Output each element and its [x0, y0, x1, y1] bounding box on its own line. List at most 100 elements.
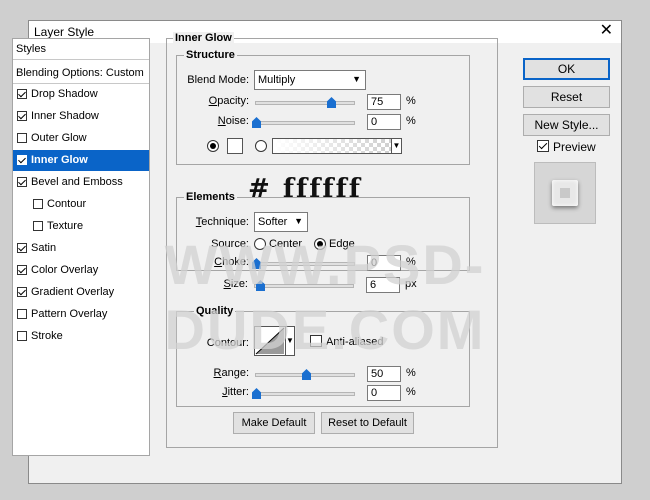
- sidebar-item-drop-shadow[interactable]: Drop Shadow: [13, 84, 149, 105]
- jitter-unit: %: [406, 386, 416, 398]
- sidebar-checkbox-gradient-overlay[interactable]: [17, 287, 27, 297]
- sidebar-checkbox-outer-glow[interactable]: [17, 133, 27, 143]
- source-label: Source:: [211, 238, 249, 250]
- size-label: Size:: [223, 278, 248, 290]
- sidebar-item-texture[interactable]: Texture: [13, 216, 149, 237]
- blend-mode-select[interactable]: Multiply ▼: [254, 70, 366, 90]
- range-label: Range:: [213, 367, 249, 379]
- jitter-slider[interactable]: [252, 388, 355, 399]
- sidebar-item-bevel-and-emboss[interactable]: Bevel and Emboss: [13, 172, 149, 193]
- sidebar-item-label: Drop Shadow: [31, 88, 98, 100]
- sidebar-item-blending-options[interactable]: Blending Options: Custom: [13, 63, 149, 84]
- noise-slider-thumb[interactable]: [252, 117, 261, 128]
- panel-title: Inner Glow: [173, 32, 234, 44]
- choke-slider-thumb[interactable]: [252, 258, 261, 269]
- jitter-input[interactable]: 0: [367, 385, 401, 401]
- range-input[interactable]: 50: [367, 366, 401, 382]
- range-unit: %: [406, 367, 416, 379]
- size-unit: px: [405, 278, 417, 290]
- gradient-radio[interactable]: [255, 140, 267, 152]
- new-style-button[interactable]: New Style...: [523, 114, 610, 136]
- chevron-down-icon[interactable]: ▼: [286, 326, 295, 356]
- opacity-slider-thumb[interactable]: [327, 97, 336, 108]
- sidebar-checkbox-texture[interactable]: [33, 221, 43, 231]
- source-center-label: Center: [269, 238, 303, 250]
- sidebar-item-label: Satin: [31, 242, 57, 254]
- glow-color-swatch[interactable]: [227, 138, 243, 154]
- sidebar-checkbox-color-overlay[interactable]: [17, 265, 27, 275]
- sidebar-checkbox-contour[interactable]: [33, 199, 43, 209]
- ok-button[interactable]: OK: [523, 58, 610, 80]
- structure-group: Structure Blend Mode: Multiply ▼ Opacity…: [176, 49, 470, 165]
- window-title: Layer Style: [34, 25, 95, 39]
- noise-label: Noise:: [217, 115, 249, 127]
- hex-color-annotation: # ffffff: [248, 174, 362, 204]
- sidebar-item-label: Color Overlay: [31, 264, 99, 276]
- sidebar-item-gradient-overlay[interactable]: Gradient Overlay: [13, 282, 149, 303]
- quality-group: Quality Contour: ▼ Anti-aliased Range: 5…: [176, 305, 470, 407]
- sidebar-checkbox-drop-shadow[interactable]: [17, 89, 27, 99]
- choke-label: Choke:: [214, 256, 249, 268]
- sidebar-item-pattern-overlay[interactable]: Pattern Overlay: [13, 304, 149, 325]
- choke-value: 0: [371, 257, 378, 269]
- sidebar-header-styles[interactable]: Styles: [13, 39, 149, 60]
- contour-label: Contour:: [206, 337, 249, 349]
- sidebar-item-inner-glow[interactable]: Inner Glow: [13, 150, 149, 171]
- size-value: 6: [370, 279, 377, 291]
- noise-input[interactable]: 0: [367, 114, 401, 130]
- contour-picker[interactable]: [254, 326, 286, 356]
- jitter-label: Jitter:: [222, 386, 249, 398]
- source-edge-radio[interactable]: [314, 238, 326, 250]
- sidebar-item-label: Outer Glow: [31, 132, 87, 144]
- technique-value: Softer: [258, 216, 288, 228]
- jitter-value: 0: [371, 387, 378, 399]
- reset-button[interactable]: Reset: [523, 86, 610, 108]
- preview-swatch: [552, 180, 578, 206]
- size-input[interactable]: 6: [366, 277, 400, 293]
- sidebar-checkbox-bevel-and-emboss[interactable]: [17, 177, 27, 187]
- blend-mode-value: Multiply: [258, 74, 296, 86]
- sidebar-checkbox-satin[interactable]: [17, 243, 27, 253]
- sidebar-item-label: Bevel and Emboss: [31, 176, 123, 188]
- source-center-radio[interactable]: [254, 238, 266, 250]
- opacity-slider[interactable]: [255, 97, 355, 108]
- make-default-button[interactable]: Make Default: [233, 412, 315, 434]
- technique-select[interactable]: Softer ▼: [254, 212, 308, 232]
- jitter-slider-thumb[interactable]: [252, 388, 261, 399]
- preview-swatch-core: [560, 188, 570, 198]
- sidebar-item-outer-glow[interactable]: Outer Glow: [13, 128, 149, 149]
- size-slider-thumb[interactable]: [256, 280, 265, 291]
- inner-glow-panel: Inner Glow Structure Blend Mode: Multipl…: [166, 32, 498, 448]
- sidebar-item-contour[interactable]: Contour: [13, 194, 149, 215]
- noise-slider[interactable]: [252, 117, 355, 128]
- size-slider[interactable]: [254, 280, 354, 291]
- color-radio[interactable]: [207, 140, 219, 152]
- elements-title: Elements: [184, 191, 237, 203]
- noise-unit: %: [406, 115, 416, 127]
- structure-title: Structure: [184, 49, 237, 61]
- sidebar-item-stroke[interactable]: Stroke: [13, 326, 149, 347]
- sidebar-item-satin[interactable]: Satin: [13, 238, 149, 259]
- range-slider-thumb[interactable]: [302, 369, 311, 380]
- reset-to-default-button[interactable]: Reset to Default: [321, 412, 414, 434]
- opacity-input[interactable]: 75: [367, 94, 401, 110]
- choke-slider[interactable]: [252, 258, 355, 269]
- sidebar-checkbox-inner-shadow[interactable]: [17, 111, 27, 121]
- range-value: 50: [371, 368, 384, 380]
- choke-input[interactable]: 0: [367, 255, 401, 271]
- sidebar-checkbox-stroke[interactable]: [17, 331, 27, 341]
- sidebar-item-label: Texture: [47, 220, 84, 232]
- preview-checkbox[interactable]: [537, 140, 549, 152]
- chevron-down-icon[interactable]: ▼: [392, 138, 402, 154]
- range-slider[interactable]: [255, 369, 355, 380]
- sidebar-item-color-overlay[interactable]: Color Overlay: [13, 260, 149, 281]
- sidebar-checkbox-inner-glow[interactable]: [17, 155, 27, 165]
- close-icon[interactable]: ✕: [600, 22, 613, 40]
- sidebar-checkbox-pattern-overlay[interactable]: [17, 309, 27, 319]
- choke-unit: %: [406, 256, 416, 268]
- glow-gradient-picker[interactable]: [272, 138, 392, 154]
- anti-aliased-checkbox[interactable]: [310, 335, 322, 347]
- source-edge-label: Edge: [329, 238, 355, 250]
- sidebar-item-label: Stroke: [31, 330, 63, 342]
- sidebar-item-inner-shadow[interactable]: Inner Shadow: [13, 106, 149, 127]
